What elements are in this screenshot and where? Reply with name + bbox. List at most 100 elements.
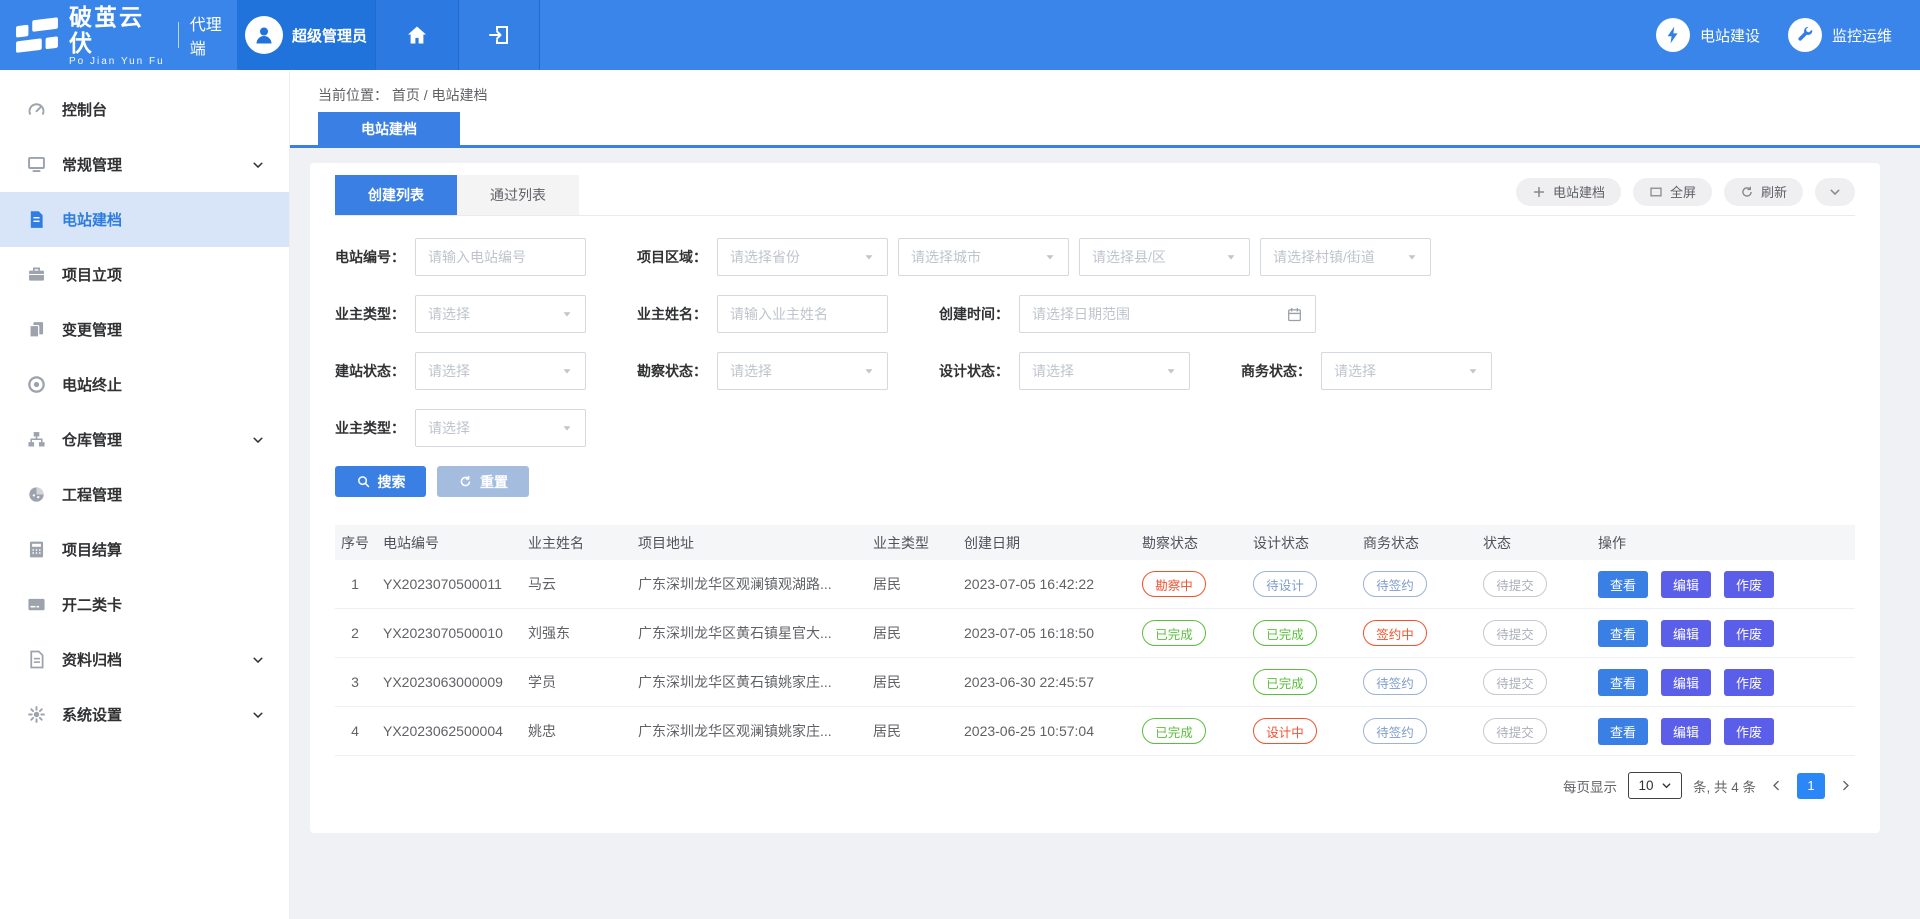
status-pill: 待签约 (1363, 718, 1427, 744)
filter-field: 项目区域：请选择省份 (637, 238, 888, 276)
table-header: 序号电站编号业主姓名项目地址业主类型创建日期勘察状态设计状态商务状态状态操作 (335, 525, 1855, 560)
sidebar-item-card[interactable]: 开二类卡 (0, 577, 289, 632)
void-button[interactable]: 作废 (1724, 669, 1774, 696)
select-placeholder: 请选择 (730, 361, 772, 381)
filter-row: 业主类型： 请选择 (335, 409, 1855, 447)
sidebar-item-sitemap[interactable]: 仓库管理 (0, 412, 289, 467)
void-button[interactable]: 作废 (1724, 620, 1774, 647)
void-button[interactable]: 作废 (1724, 718, 1774, 745)
user-avatar-icon (245, 16, 283, 54)
edit-button[interactable]: 编辑 (1661, 718, 1711, 745)
filter-select[interactable]: 请选择城市 (898, 238, 1069, 276)
cell-created-at: 2023-07-05 16:18:50 (956, 625, 1134, 641)
user-menu[interactable]: 超级管理员 (237, 0, 375, 70)
cell-owner: 学员 (520, 672, 630, 692)
filter-field: 业主姓名： (637, 295, 888, 333)
add-station-button[interactable]: 电站建档 (1516, 178, 1621, 206)
void-button[interactable]: 作废 (1724, 571, 1774, 598)
pagination-suffix: 条, 共 4 条 (1693, 776, 1756, 796)
quick-link-bolt[interactable]: 电站建设 (1656, 18, 1760, 52)
cell-owner: 马云 (520, 574, 630, 594)
sidebar-item-dashboard[interactable]: 控制台 (0, 82, 289, 137)
filter-select[interactable]: 请选择 (415, 352, 586, 390)
fullscreen-button[interactable]: 全屏 (1633, 178, 1712, 206)
sidebar-item-label: 仓库管理 (62, 429, 122, 450)
sidebar-item-copy[interactable]: 变更管理 (0, 302, 289, 357)
next-page-button[interactable] (1836, 779, 1855, 792)
sidebar-item-calculator[interactable]: 项目结算 (0, 522, 289, 577)
caret-down-icon (863, 365, 875, 377)
sidebar-item-gear[interactable]: 系统设置 (0, 687, 289, 742)
filter-input[interactable] (415, 238, 586, 276)
search-button[interactable]: 搜索 (335, 466, 426, 497)
sidebar-item-pie[interactable]: 工程管理 (0, 467, 289, 522)
filter-label: 创建时间： (939, 304, 1009, 324)
view-button[interactable]: 查看 (1598, 571, 1648, 598)
filter-label: 业主类型： (335, 418, 405, 438)
cell-business-status: 签约中 (1355, 620, 1475, 646)
filter-select[interactable]: 请选择省份 (717, 238, 888, 276)
status-pill: 待签约 (1363, 571, 1427, 597)
date-range-input[interactable]: 请选择日期范围 (1019, 295, 1316, 333)
select-placeholder: 请选择村镇/街道 (1273, 247, 1375, 267)
cell-survey-status: 已完成 (1134, 620, 1245, 646)
view-button[interactable]: 查看 (1598, 620, 1648, 647)
sidebar: 控制台常规管理电站建档项目立项变更管理电站终止仓库管理工程管理项目结算开二类卡资… (0, 70, 290, 919)
breadcrumb-label: 当前位置： (318, 87, 388, 103)
filter-select[interactable]: 请选择 (415, 295, 586, 333)
tab-create-list[interactable]: 创建列表 (335, 175, 457, 215)
filter-select[interactable]: 请选择县/区 (1079, 238, 1250, 276)
filter-label: 建站状态： (335, 361, 405, 381)
page-size-select[interactable]: 10 (1628, 772, 1682, 799)
page-number-current[interactable]: 1 (1797, 773, 1825, 799)
text-input[interactable] (428, 249, 573, 265)
home-button[interactable] (375, 0, 458, 70)
view-button[interactable]: 查看 (1598, 718, 1648, 745)
cell-owner: 姚忠 (520, 721, 630, 741)
view-button[interactable]: 查看 (1598, 669, 1648, 696)
sidebar-item-archive[interactable]: 资料归档 (0, 632, 289, 687)
filter-select[interactable]: 请选择 (1321, 352, 1492, 390)
refresh-button[interactable]: 刷新 (1724, 178, 1803, 206)
sidebar-item-monitor[interactable]: 常规管理 (0, 137, 289, 192)
filter-select[interactable]: 请选择 (1019, 352, 1190, 390)
edit-button[interactable]: 编辑 (1661, 620, 1711, 647)
caret-down-icon (1406, 251, 1418, 263)
cell-actions: 查看编辑作废 (1590, 669, 1856, 696)
collapse-button[interactable] (1815, 178, 1855, 206)
tab-passed-list[interactable]: 通过列表 (457, 175, 579, 215)
column-header: 业主姓名 (520, 533, 630, 553)
sidebar-item-briefcase[interactable]: 项目立项 (0, 247, 289, 302)
filter-select[interactable]: 请选择 (717, 352, 888, 390)
sidebar-item-label: 项目立项 (62, 264, 122, 285)
sidebar-item-record[interactable]: 电站终止 (0, 357, 289, 412)
logout-button[interactable] (458, 0, 540, 70)
reset-button[interactable]: 重置 (437, 466, 529, 497)
cell-survey-status: 勘察中 (1134, 571, 1245, 597)
status-pill: 设计中 (1253, 718, 1317, 744)
copy-icon (26, 319, 47, 340)
cell-seq: 4 (335, 723, 375, 739)
page-tab[interactable]: 电站建档 (318, 112, 460, 145)
filter-select[interactable]: 请选择 (415, 409, 586, 447)
breadcrumb-path[interactable]: 首页 / 电站建档 (392, 87, 488, 103)
filter-input[interactable] (717, 295, 888, 333)
quick-link-wrench[interactable]: 监控运维 (1788, 18, 1892, 52)
filter-select[interactable]: 请选择村镇/街道 (1260, 238, 1431, 276)
cell-status-status: 待提交 (1475, 571, 1590, 597)
edit-button[interactable]: 编辑 (1661, 669, 1711, 696)
edit-button[interactable]: 编辑 (1661, 571, 1711, 598)
app-header: 破茧云伏 Po Jian Yun Fu 代理端 超级管理员 电站建设监控运维 (0, 0, 1920, 70)
filter-field: 电站编号： (335, 238, 586, 276)
filter-field: 商务状态：请选择 (1241, 352, 1492, 390)
text-input[interactable] (730, 306, 875, 322)
column-header: 项目地址 (630, 533, 865, 553)
select-placeholder: 请选择 (1334, 361, 1376, 381)
sidebar-item-document[interactable]: 电站建档 (0, 192, 289, 247)
chevron-down-icon (251, 653, 265, 667)
divider (178, 22, 179, 48)
column-header: 电站编号 (375, 533, 520, 553)
column-header: 操作 (1590, 533, 1856, 553)
prev-page-button[interactable] (1767, 779, 1786, 792)
pagination-prefix: 每页显示 (1563, 776, 1617, 796)
